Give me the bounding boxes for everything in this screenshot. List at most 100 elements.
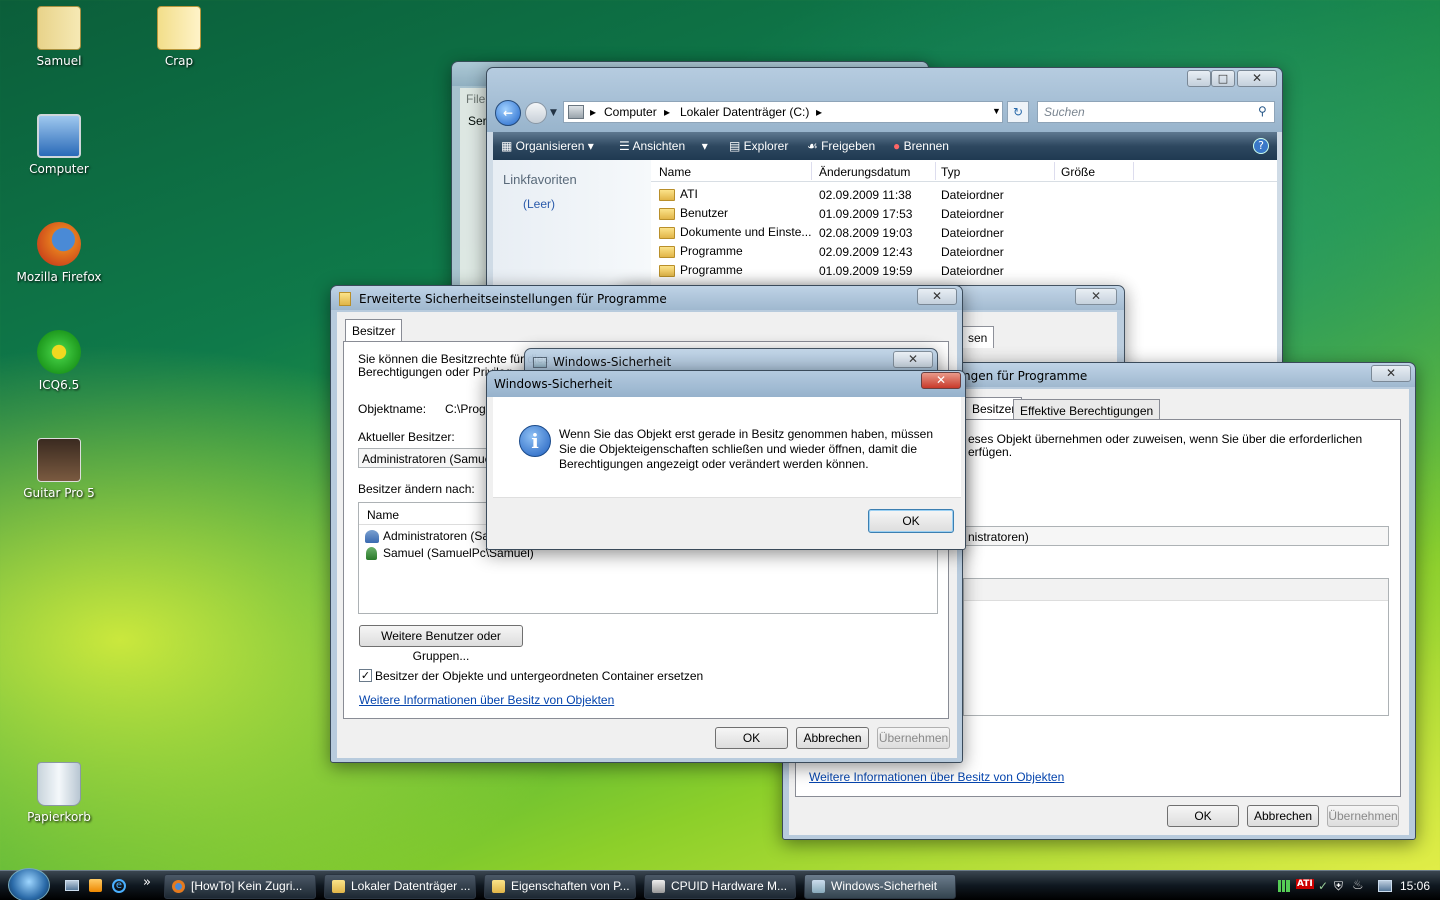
desktop-icon-icq[interactable]: ICQ6.5 bbox=[14, 330, 104, 392]
share-icon: ☙ bbox=[807, 139, 822, 153]
tab-effective-permissions[interactable]: Effektive Berechtigungen bbox=[1013, 399, 1161, 421]
search-input[interactable]: Suchen ⚲ bbox=[1037, 101, 1275, 123]
firefox-icon bbox=[172, 880, 185, 893]
file-row[interactable]: Benutzer 01.09.2009 17:53 Dateiordner bbox=[651, 205, 1277, 224]
column-name[interactable]: Name bbox=[659, 165, 691, 179]
folder-icon bbox=[659, 226, 675, 239]
ownership-info-link[interactable]: Weitere Informationen über Besitz von Ob… bbox=[359, 693, 614, 707]
breadcrumb-drive[interactable]: Lokaler Datenträger (C:) bbox=[680, 105, 809, 119]
object-name-label: Objektname: bbox=[358, 402, 427, 416]
column-type[interactable]: Typ bbox=[941, 165, 960, 179]
properties-tab-fragment[interactable]: sen bbox=[961, 326, 995, 348]
close-button[interactable]: ✕ bbox=[917, 288, 957, 305]
desktop-icon-firefox[interactable]: Mozilla Firefox bbox=[14, 222, 104, 284]
desktop-icon-guitar-pro[interactable]: Guitar Pro 5 bbox=[14, 438, 104, 500]
toolbar-organize-button[interactable]: ▦ Organisieren ▾ bbox=[501, 132, 594, 160]
ati-tray-icon[interactable]: ATI bbox=[1296, 879, 1314, 889]
change-owner-label: Besitzer ändern nach: bbox=[358, 482, 475, 496]
cancel-button[interactable]: Abbrechen bbox=[1247, 805, 1319, 827]
breadcrumb-separator: ▸ bbox=[816, 105, 823, 119]
organize-icon: ▦ bbox=[501, 139, 516, 153]
task-properties[interactable]: Eigenschaften von P... bbox=[484, 874, 636, 899]
task-windows-security[interactable]: Windows-Sicherheit bbox=[804, 874, 956, 899]
search-icon[interactable]: ⚲ bbox=[1258, 104, 1267, 118]
clock[interactable]: 15:06 bbox=[1400, 879, 1430, 893]
toolbar-explorer-button[interactable]: ▤ Explorer bbox=[729, 132, 788, 160]
current-owner-label: Aktueller Besitzer: bbox=[358, 430, 455, 444]
user-folder-icon bbox=[37, 6, 81, 50]
dialog-close-button[interactable]: ✕ bbox=[921, 372, 961, 389]
background-window-menu[interactable]: File bbox=[466, 92, 485, 106]
close-button[interactable]: ✕ bbox=[1237, 70, 1277, 87]
dialog-message-line: Berechtigungen angezeigt oder verändert … bbox=[559, 457, 869, 471]
cpuid-icon bbox=[652, 880, 665, 893]
folder-icon bbox=[157, 6, 201, 50]
internet-explorer-icon[interactable]: e bbox=[112, 879, 126, 893]
replace-owner-checkbox[interactable]: ✓ bbox=[359, 669, 372, 682]
address-dropdown-icon[interactable]: ▼ bbox=[992, 106, 1001, 116]
file-row[interactable]: Programme 02.09.2009 12:43 Dateiordner bbox=[651, 243, 1277, 262]
desktop-icon-label: Crap bbox=[164, 54, 194, 68]
ok-button[interactable]: OK bbox=[1167, 805, 1239, 827]
volume-icon[interactable]: ♨ bbox=[1352, 878, 1364, 893]
replace-owner-label[interactable]: Besitzer der Objekte und untergeordneten… bbox=[375, 669, 703, 683]
security-icon bbox=[533, 357, 547, 368]
task-firefox[interactable]: [HowTo] Kein Zugri... bbox=[164, 874, 316, 899]
desktop-icon-label: Samuel bbox=[36, 54, 82, 68]
toolbar-views-button[interactable]: ☰ Ansichten ▾ bbox=[619, 132, 708, 160]
back-button[interactable]: ← bbox=[495, 100, 521, 126]
signal-icon[interactable] bbox=[1278, 880, 1290, 892]
forward-button[interactable] bbox=[525, 102, 547, 124]
close-button[interactable]: ✕ bbox=[893, 351, 933, 368]
desktop-icon-computer[interactable]: Computer bbox=[14, 114, 104, 176]
icq-icon bbox=[37, 330, 81, 374]
apply-button: Übernehmen bbox=[1327, 805, 1399, 827]
tab-owner[interactable]: Besitzer bbox=[345, 319, 403, 341]
history-dropdown-icon[interactable]: ▼ bbox=[550, 108, 557, 118]
user-icon bbox=[366, 547, 377, 560]
show-desktop-icon[interactable] bbox=[65, 880, 79, 891]
task-explorer[interactable]: Lokaler Datenträger ... bbox=[324, 874, 476, 899]
owner-list[interactable] bbox=[963, 578, 1389, 716]
nav-empty-link[interactable]: (Leer) bbox=[523, 197, 555, 211]
security-message-dialog[interactable]: Windows-Sicherheit ✕ i Wenn Sie das Obje… bbox=[486, 370, 966, 550]
help-icon[interactable]: ? bbox=[1253, 138, 1269, 154]
column-size[interactable]: Größe bbox=[1061, 165, 1095, 179]
media-player-icon[interactable] bbox=[89, 879, 102, 892]
explorer-toolbar: ▦ Organisieren ▾ ☰ Ansichten ▾ ▤ Explore… bbox=[493, 132, 1277, 160]
maximize-button[interactable]: □ bbox=[1211, 70, 1235, 87]
properties-close-button[interactable]: ✕ bbox=[1075, 288, 1117, 305]
network-icon[interactable]: ✓ bbox=[1318, 879, 1328, 893]
start-button[interactable] bbox=[8, 868, 50, 900]
security-center-icon[interactable]: ⛨ bbox=[1334, 879, 1343, 894]
nav-favorites-title: Linkfavoriten bbox=[503, 172, 577, 187]
cancel-button[interactable]: Abbrechen bbox=[796, 727, 869, 749]
desktop-icon-label: Computer bbox=[29, 162, 89, 176]
apply-button: Übernehmen bbox=[877, 727, 950, 749]
task-cpuid[interactable]: CPUID Hardware M... bbox=[644, 874, 796, 899]
desktop-icon-samuel[interactable]: Samuel bbox=[14, 6, 104, 68]
minimize-button[interactable]: – bbox=[1187, 70, 1211, 87]
refresh-button[interactable]: ↻ bbox=[1007, 101, 1029, 123]
other-users-button[interactable]: Weitere Benutzer oder Gruppen... bbox=[359, 625, 523, 663]
toolbar-share-button[interactable]: ☙ Freigeben bbox=[807, 132, 875, 160]
desktop-icon-crap[interactable]: Crap bbox=[134, 6, 224, 68]
tray-network-icon[interactable] bbox=[1378, 880, 1392, 892]
security-icon bbox=[812, 880, 825, 893]
dialog-ok-button[interactable]: OK bbox=[868, 509, 954, 533]
file-row[interactable]: ATI 02.09.2009 11:38 Dateiordner bbox=[651, 186, 1277, 205]
toolbar-burn-button[interactable]: ● Brennen bbox=[893, 132, 949, 160]
ok-button[interactable]: OK bbox=[715, 727, 788, 749]
breadcrumb-computer[interactable]: Computer bbox=[604, 105, 657, 119]
column-date[interactable]: Änderungsdatum bbox=[819, 165, 910, 179]
breadcrumb-separator: ▸ bbox=[664, 105, 671, 119]
desktop-icon-recycle-bin[interactable]: Papierkorb bbox=[14, 762, 104, 824]
ownership-info-link[interactable]: Weitere Informationen über Besitz von Ob… bbox=[809, 770, 1064, 784]
file-row[interactable]: Dokumente und Einste... 02.08.2009 19:03… bbox=[651, 224, 1277, 243]
close-button[interactable]: ✕ bbox=[1371, 365, 1411, 382]
address-bar[interactable]: ▸ Computer ▸ Lokaler Datenträger (C:) ▸ … bbox=[563, 101, 1003, 123]
file-row[interactable]: Programme 01.09.2009 19:59 Dateiordner bbox=[651, 262, 1277, 281]
desktop-icon-label: Mozilla Firefox bbox=[16, 270, 102, 284]
quicklaunch-chevron[interactable]: » bbox=[143, 875, 151, 890]
desktop-icon-label: Guitar Pro 5 bbox=[23, 486, 95, 500]
